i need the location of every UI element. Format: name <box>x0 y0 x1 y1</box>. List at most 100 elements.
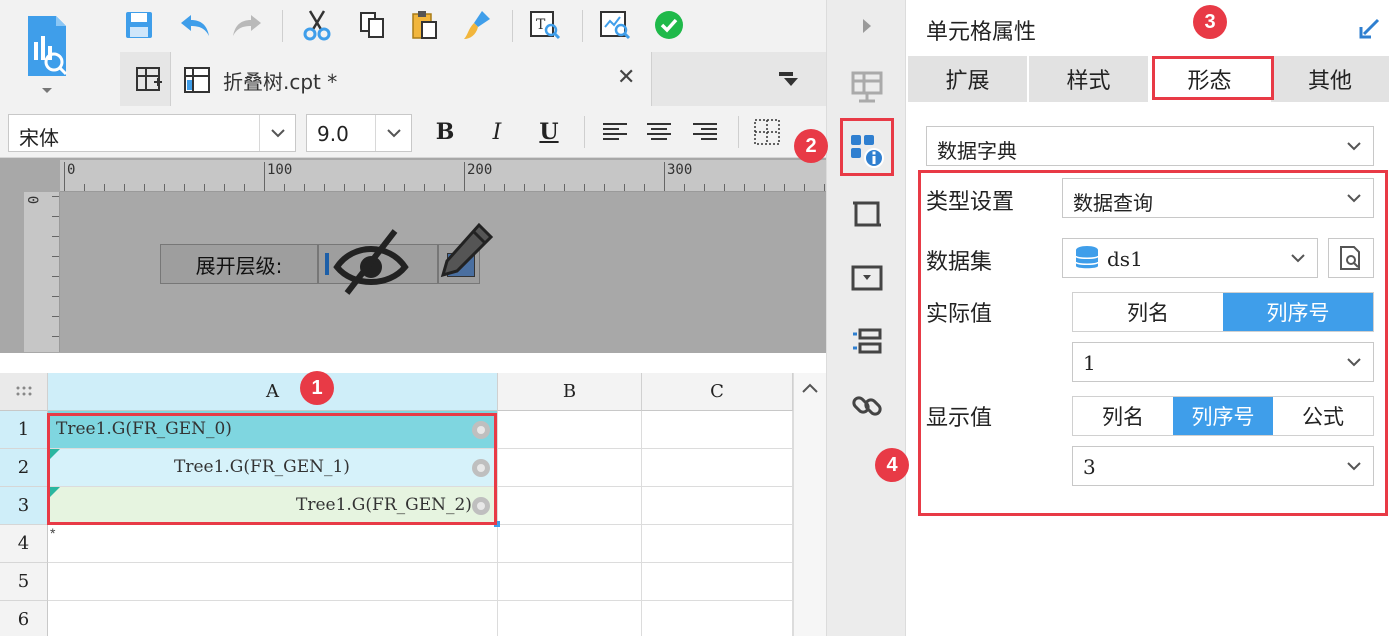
display-index-select[interactable]: 3 <box>1072 446 1374 486</box>
vertical-ruler: 0 <box>24 192 60 352</box>
cell-b3[interactable] <box>498 487 642 525</box>
ruler-tick <box>364 184 365 191</box>
actual-option-column-name[interactable]: 列名 <box>1073 293 1223 331</box>
row-header-5[interactable]: 5 <box>0 563 48 601</box>
actual-index-select[interactable]: 1 <box>1072 342 1374 382</box>
toolbar-separator <box>512 10 513 42</box>
ruler-tick <box>64 162 65 191</box>
ruler-tick <box>52 336 59 337</box>
ruler-tick <box>384 184 385 191</box>
cell-a4[interactable]: * <box>48 525 498 563</box>
redo-button[interactable] <box>230 8 264 42</box>
dataset-select[interactable]: ds1 <box>1062 238 1318 278</box>
file-tab[interactable]: 折叠树.cpt * ✕ <box>170 52 652 106</box>
cell-c2[interactable] <box>642 449 793 487</box>
cell-a6[interactable] <box>48 601 498 636</box>
annotation-badge-4: 4 <box>875 448 909 482</box>
underline-button[interactable]: U <box>532 116 566 148</box>
ruler-tick <box>52 196 59 197</box>
vertical-scrollbar[interactable] <box>793 373 826 636</box>
collapse-panel-button[interactable] <box>843 2 891 50</box>
ruler-tick <box>424 184 425 191</box>
tab-style[interactable]: 样式 <box>1029 56 1149 102</box>
select-all-corner[interactable] <box>0 373 48 411</box>
display-value-toggle[interactable]: 列名 列序号 公式 <box>1072 396 1374 436</box>
tab-expand[interactable]: 扩展 <box>908 56 1028 102</box>
widget-button[interactable] <box>843 254 891 302</box>
ruler-tick <box>704 184 705 191</box>
border-button[interactable] <box>750 116 784 148</box>
cell-c5[interactable] <box>642 563 793 601</box>
cell-c6[interactable] <box>642 601 793 636</box>
row-header-4[interactable]: 4 <box>0 525 48 563</box>
float-element-button[interactable] <box>843 190 891 238</box>
copy-icon <box>360 12 384 38</box>
ruler-label: 0 <box>24 195 41 205</box>
row-header-2[interactable]: 2 <box>0 449 48 487</box>
ruler-tick <box>52 236 59 237</box>
new-sheet-button[interactable] <box>132 62 166 96</box>
cell-c4[interactable] <box>642 525 793 563</box>
type-setting-value: 数据查询 <box>1073 191 1153 215</box>
cell-b1[interactable] <box>498 411 642 449</box>
cell-b2[interactable] <box>498 449 642 487</box>
chart-preview-icon <box>600 11 631 40</box>
actual-value-label: 实际值 <box>926 302 993 327</box>
cell-b6[interactable] <box>498 601 642 636</box>
display-option-formula[interactable]: 公式 <box>1273 397 1373 435</box>
cell-c3[interactable] <box>642 487 793 525</box>
align-center-icon <box>647 123 671 140</box>
cell-properties-panel: 单元格属性 扩展 样式 形态 其他 数据字典 类型设置 数据查询 数据集 ds1… <box>906 0 1390 636</box>
italic-button[interactable]: I <box>480 116 514 148</box>
save-button[interactable] <box>122 8 156 42</box>
align-left-button[interactable] <box>598 116 632 148</box>
align-center-button[interactable] <box>642 116 676 148</box>
paste-button[interactable] <box>408 8 442 42</box>
ruler-label: 100 <box>267 162 293 178</box>
cell-b4[interactable] <box>498 525 642 563</box>
column-header-b[interactable]: B <box>498 373 642 411</box>
align-right-button[interactable] <box>688 116 722 148</box>
display-option-column-index[interactable]: 列序号 <box>1173 397 1273 435</box>
bold-button[interactable]: B <box>428 116 462 148</box>
row-header-1[interactable]: 1 <box>0 411 48 449</box>
cell-element-button[interactable] <box>843 62 891 110</box>
row-header-3[interactable]: 3 <box>0 487 48 525</box>
copy-button[interactable] <box>355 8 389 42</box>
display-option-column-name[interactable]: 列名 <box>1073 397 1173 435</box>
actual-value-toggle[interactable]: 列名 列序号 <box>1072 292 1374 332</box>
cell-c1[interactable] <box>642 411 793 449</box>
cell-b5[interactable] <box>498 563 642 601</box>
spreadsheet-grid: A B C 1 2 3 4 5 6 Tree1.G(FR_GEN_0) Tree… <box>0 373 826 636</box>
actual-option-column-index[interactable]: 列序号 <box>1223 293 1373 331</box>
row-header-6[interactable]: 6 <box>0 601 48 636</box>
annotation-badge-2: 2 <box>794 129 828 163</box>
edit-widget-button[interactable] <box>438 222 494 284</box>
hyperlink-button[interactable] <box>843 382 891 430</box>
ruler-tick <box>464 162 465 191</box>
widget-type-select[interactable]: 数据字典 <box>926 126 1374 166</box>
column-header-a[interactable]: A <box>48 373 498 411</box>
check-button[interactable] <box>652 8 686 42</box>
ruler-tick <box>824 184 825 191</box>
font-size-select[interactable]: 9.0 <box>306 114 412 152</box>
column-header-c[interactable]: C <box>642 373 793 411</box>
preview-button[interactable] <box>598 8 632 42</box>
dataset-preview-button[interactable] <box>1328 238 1374 278</box>
format-painter-button[interactable] <box>460 8 494 42</box>
app-logo[interactable] <box>14 12 78 93</box>
close-tab-icon[interactable]: ✕ <box>617 64 635 90</box>
expand-level-widget[interactable] <box>318 229 438 295</box>
ruler-tick <box>724 184 725 191</box>
cell-a5[interactable] <box>48 563 498 601</box>
tab-menu-button[interactable] <box>772 62 806 96</box>
font-family-select[interactable]: 宋体 <box>8 114 296 152</box>
text-search-button[interactable]: T <box>528 8 562 42</box>
toolbar-separator <box>738 116 739 148</box>
ruler-tick <box>184 184 185 191</box>
type-setting-select[interactable]: 数据查询 <box>1062 178 1374 218</box>
condition-button[interactable] <box>843 318 891 366</box>
cut-button[interactable] <box>300 8 334 42</box>
tab-other[interactable]: 其他 <box>1271 56 1390 102</box>
undo-button[interactable] <box>178 8 212 42</box>
